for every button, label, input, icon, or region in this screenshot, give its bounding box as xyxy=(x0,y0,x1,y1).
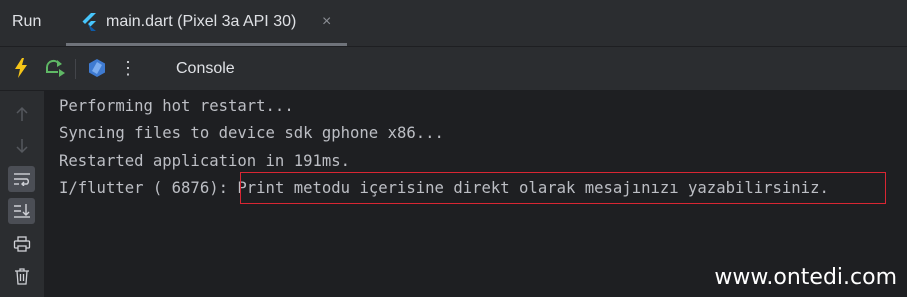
more-options-button[interactable]: ⋮ xyxy=(117,57,139,79)
close-icon[interactable]: × xyxy=(322,14,331,30)
dart-devtools-icon xyxy=(89,59,105,77)
scroll-down-button[interactable] xyxy=(8,133,35,159)
flutter-log-prefix: I/flutter ( 6876): xyxy=(59,179,228,197)
tab-bar: Run main.dart (Pixel 3a API 30) × xyxy=(0,0,907,46)
scroll-to-end-icon xyxy=(13,204,30,218)
hot-reload-button[interactable] xyxy=(10,57,32,79)
flutter-icon xyxy=(82,13,98,31)
more-vertical-icon: ⋮ xyxy=(119,57,137,78)
console-output[interactable]: Performing hot restart... Syncing files … xyxy=(45,91,907,297)
scroll-up-button[interactable] xyxy=(8,101,35,127)
trash-icon xyxy=(14,268,29,285)
highlight-annotation xyxy=(240,172,886,204)
print-button[interactable] xyxy=(8,231,35,257)
console-gutter xyxy=(0,91,44,297)
soft-wrap-toggle[interactable] xyxy=(8,166,35,192)
watermark: www.ontedi.com xyxy=(714,265,897,290)
console-tab-label[interactable]: Console xyxy=(176,60,235,78)
toolbar-separator xyxy=(75,59,76,79)
run-tool-window: Run main.dart (Pixel 3a API 30) × ⋮ Cons… xyxy=(0,0,907,297)
tab-label: main.dart (Pixel 3a API 30) xyxy=(106,13,297,30)
clear-all-button[interactable] xyxy=(8,263,35,289)
up-arrow-icon xyxy=(15,106,28,121)
console-line: Performing hot restart... xyxy=(59,97,294,115)
hot-restart-button[interactable] xyxy=(44,57,66,79)
lightning-icon xyxy=(15,58,27,78)
run-title: Run xyxy=(12,13,42,30)
dart-devtools-button[interactable] xyxy=(86,57,108,79)
toolbar: ⋮ Console xyxy=(0,47,907,90)
console-line: Syncing files to device sdk gphone x86..… xyxy=(59,124,444,142)
down-arrow-icon xyxy=(15,139,28,154)
restart-icon xyxy=(46,59,65,77)
scroll-to-end-toggle[interactable] xyxy=(8,198,35,224)
tab-main-dart[interactable]: main.dart (Pixel 3a API 30) × xyxy=(66,0,347,46)
soft-wrap-icon xyxy=(13,173,30,186)
print-icon xyxy=(13,236,30,252)
console-line: Restarted application in 191ms. xyxy=(59,152,351,170)
